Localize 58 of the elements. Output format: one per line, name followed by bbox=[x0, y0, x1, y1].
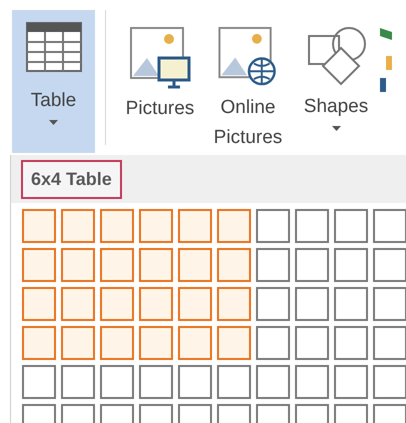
grid-cell[interactable] bbox=[256, 326, 290, 360]
grid-cell[interactable] bbox=[22, 365, 56, 399]
shapes-icon bbox=[305, 26, 367, 88]
grid-cell[interactable] bbox=[100, 209, 134, 243]
grid-cell[interactable] bbox=[256, 287, 290, 321]
grid-cell[interactable] bbox=[256, 365, 290, 399]
grid-cell[interactable] bbox=[295, 287, 329, 321]
grid-cell[interactable] bbox=[217, 326, 251, 360]
grid-cell[interactable] bbox=[22, 248, 56, 282]
grid-cell[interactable] bbox=[334, 287, 368, 321]
grid-cell[interactable] bbox=[295, 326, 329, 360]
grid-cell[interactable] bbox=[61, 209, 95, 243]
grid-cell[interactable] bbox=[139, 326, 173, 360]
grid-cell[interactable] bbox=[334, 326, 368, 360]
ribbon-button[interactable]: Table bbox=[12, 10, 95, 153]
grid-cell[interactable] bbox=[61, 326, 95, 360]
grid-cell[interactable] bbox=[61, 248, 95, 282]
grid-cell[interactable] bbox=[334, 248, 368, 282]
grid-cell[interactable] bbox=[256, 209, 290, 243]
grid-cell[interactable] bbox=[100, 326, 134, 360]
grid-cell[interactable] bbox=[139, 365, 173, 399]
grid-cell[interactable] bbox=[178, 326, 212, 360]
grid-cell[interactable] bbox=[295, 248, 329, 282]
grid-cell[interactable] bbox=[217, 209, 251, 243]
grid-cell[interactable] bbox=[217, 365, 251, 399]
grid-cell[interactable] bbox=[61, 287, 95, 321]
table-icon bbox=[26, 22, 82, 72]
grid-cell[interactable] bbox=[373, 209, 406, 243]
grid-cell[interactable] bbox=[100, 365, 134, 399]
grid-cell[interactable] bbox=[334, 209, 368, 243]
grid-cell[interactable] bbox=[334, 365, 368, 399]
grid-cell[interactable] bbox=[373, 248, 406, 282]
grid-cell[interactable] bbox=[22, 287, 56, 321]
grid-cell[interactable] bbox=[178, 287, 212, 321]
grid-cell[interactable] bbox=[295, 209, 329, 243]
grid-cell[interactable] bbox=[217, 287, 251, 321]
table-size-label: 6x4 Table bbox=[21, 160, 122, 198]
grid-cell[interactable] bbox=[139, 209, 173, 243]
grid-cell[interactable] bbox=[100, 287, 134, 321]
grid-cell[interactable] bbox=[217, 248, 251, 282]
grid-cell[interactable] bbox=[22, 209, 56, 243]
ribbon-button[interactable]: Shapes bbox=[292, 10, 380, 153]
grid-cell[interactable] bbox=[373, 365, 406, 399]
grid-cell[interactable] bbox=[139, 248, 173, 282]
grid-cell[interactable] bbox=[178, 248, 212, 282]
grid-cell[interactable] bbox=[256, 248, 290, 282]
ribbon-button[interactable]: Pictures bbox=[116, 10, 204, 153]
ribbon-button[interactable]: Online Pictures bbox=[204, 10, 292, 153]
grid-cell[interactable] bbox=[139, 287, 173, 321]
grid-cell[interactable] bbox=[100, 248, 134, 282]
grid-cell[interactable] bbox=[61, 365, 95, 399]
grid-cell[interactable] bbox=[178, 365, 212, 399]
grid-cell[interactable] bbox=[373, 326, 406, 360]
grid-cell[interactable] bbox=[373, 287, 406, 321]
grid-cell[interactable] bbox=[178, 209, 212, 243]
grid-cell[interactable] bbox=[295, 365, 329, 399]
grid-cell[interactable] bbox=[22, 326, 56, 360]
picture-with-monitor-icon bbox=[129, 26, 191, 90]
